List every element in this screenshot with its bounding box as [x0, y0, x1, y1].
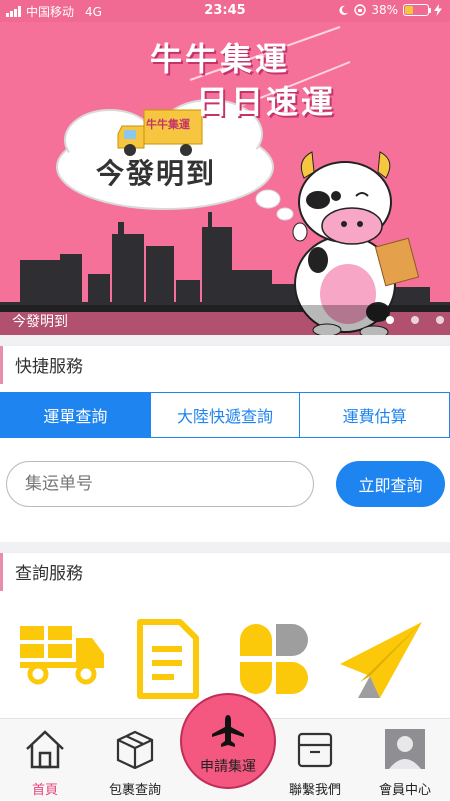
nav-home-label: 首頁: [31, 783, 58, 798]
section-accent-bar: [0, 345, 3, 384]
truck-icon[interactable]: [20, 612, 106, 692]
moon-icon: [339, 5, 349, 15]
banner-caption: 今發明到: [12, 314, 68, 330]
rotation-lock-icon: [354, 4, 367, 16]
carousel-dot[interactable]: [386, 316, 394, 324]
apply-consolidation-button[interactable]: 申請集運: [180, 693, 276, 789]
truck-sign: 牛牛集運: [146, 118, 190, 131]
airplane-icon: [182, 713, 274, 749]
box-icon: [270, 729, 360, 769]
tab-freight-estimate[interactable]: 運費估算: [299, 393, 450, 437]
status-bar: 中国移动 4G 23:45 38%: [0, 0, 450, 22]
quick-services-title: 快捷服務: [15, 357, 83, 377]
battery-percent: 38%: [371, 3, 398, 17]
nav-package-query-label: 包裹查詢: [108, 783, 161, 798]
banner-caption-bar: 今發明到: [0, 305, 450, 335]
cloud-text: 今發明到: [96, 157, 217, 190]
grid-icon[interactable]: [236, 620, 312, 702]
section-accent-bar: [0, 552, 3, 591]
nav-contact-us-label: 聯繫我們: [288, 783, 341, 798]
nav-package-query[interactable]: 包裹查詢: [90, 719, 180, 801]
tab-mainland-express-query[interactable]: 大陸快遞查詢: [149, 393, 300, 437]
tab-waybill-query[interactable]: 運單查詢: [1, 393, 150, 437]
query-services-header: 查詢服務: [0, 552, 450, 591]
quick-services-header: 快捷服務: [0, 345, 450, 384]
waybill-number-input[interactable]: [6, 461, 314, 507]
query-now-button[interactable]: 立即查詢: [336, 461, 445, 507]
banner-slogan-line2: 日日速運: [196, 83, 337, 121]
charging-icon: [434, 4, 442, 16]
battery-icon: [403, 4, 431, 16]
banner-slogan-line1: 牛牛集運: [150, 40, 291, 78]
query-tabs: 運單查詢 大陸快遞查詢 運費估算: [0, 392, 450, 438]
carousel-dot[interactable]: [436, 316, 444, 324]
nav-member-center[interactable]: 會員中心: [360, 719, 450, 801]
avatar-icon: [360, 729, 450, 769]
home-icon: [0, 729, 90, 769]
package-icon: [90, 729, 180, 769]
nav-member-center-label: 會員中心: [378, 783, 431, 798]
section-divider: [0, 542, 450, 552]
paper-plane-icon[interactable]: [336, 620, 426, 706]
nav-contact-us[interactable]: 聯繫我們: [270, 719, 360, 801]
query-services-title: 查詢服務: [15, 564, 83, 584]
carousel-dot[interactable]: [411, 316, 419, 324]
nav-home[interactable]: 首頁: [0, 719, 90, 801]
promo-banner[interactable]: 牛牛集運 日日速運 牛牛集運 今發明到 今發明到: [0, 22, 450, 335]
section-divider: [0, 335, 450, 345]
apply-consolidation-label: 申請集運: [200, 759, 256, 775]
status-right: 38%: [338, 3, 442, 17]
document-icon[interactable]: [136, 618, 200, 704]
carousel-dots[interactable]: [386, 316, 444, 324]
